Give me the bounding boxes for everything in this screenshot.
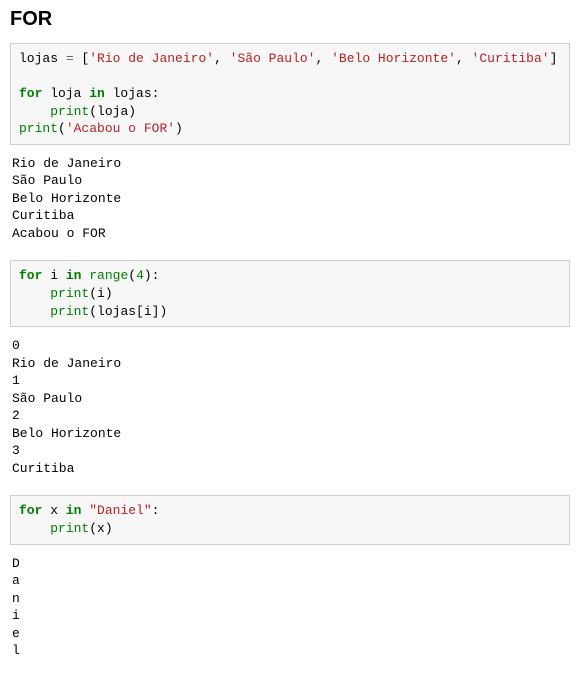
code-token: = — [66, 51, 74, 66]
code-token: ): — [144, 268, 160, 283]
code-token: (loja) — [89, 104, 136, 119]
output-cell: Rio de Janeiro São Paulo Belo Horizonte … — [10, 151, 570, 253]
code-token: print — [50, 286, 89, 301]
code-token: (lojas[i]) — [89, 304, 167, 319]
code-token: x — [42, 503, 65, 518]
code-token: print — [19, 121, 58, 136]
code-token — [19, 104, 50, 119]
code-cell: for i in range(4): print(i) print(lojas[… — [10, 260, 570, 327]
code-token: range — [89, 268, 128, 283]
cells-container: lojas = ['Rio de Janeiro', 'São Paulo', … — [10, 43, 570, 670]
code-token: print — [50, 304, 89, 319]
code-token — [19, 286, 50, 301]
code-token: (i) — [89, 286, 112, 301]
code-token: for — [19, 503, 42, 518]
code-token: print — [50, 104, 89, 119]
code-token: 'Belo Horizonte' — [331, 51, 456, 66]
code-token: , — [316, 51, 332, 66]
code-cell: for x in "Daniel": print(x) — [10, 495, 570, 544]
code-token: for — [19, 86, 42, 101]
code-token: in — [89, 86, 105, 101]
code-token: "Daniel" — [89, 503, 151, 518]
code-token: , — [456, 51, 472, 66]
code-token: in — [66, 268, 82, 283]
output-cell: D a n i e l — [10, 551, 570, 670]
code-token: 'Acabou o FOR' — [66, 121, 175, 136]
code-token: i — [42, 268, 65, 283]
code-token: 'Rio de Janeiro' — [89, 51, 214, 66]
code-token: ( — [58, 121, 66, 136]
code-token: : — [152, 503, 160, 518]
code-token — [19, 304, 50, 319]
code-token: lojas — [19, 51, 66, 66]
code-token: , — [214, 51, 230, 66]
code-token: lojas: — [105, 86, 160, 101]
code-cell: lojas = ['Rio de Janeiro', 'São Paulo', … — [10, 43, 570, 145]
output-cell: 0 Rio de Janeiro 1 São Paulo 2 Belo Hori… — [10, 333, 570, 487]
code-token: print — [50, 521, 89, 536]
code-token: ] — [550, 51, 558, 66]
code-token: loja — [42, 86, 89, 101]
code-token: 'São Paulo' — [230, 51, 316, 66]
section-heading: FOR — [10, 8, 570, 31]
code-token: for — [19, 268, 42, 283]
code-token: 'Curitiba' — [472, 51, 550, 66]
code-token: in — [66, 503, 82, 518]
code-token: ( — [128, 268, 136, 283]
code-token: 4 — [136, 268, 144, 283]
code-token: ) — [175, 121, 183, 136]
code-token: [ — [74, 51, 90, 66]
code-token: (x) — [89, 521, 112, 536]
code-token — [19, 521, 50, 536]
